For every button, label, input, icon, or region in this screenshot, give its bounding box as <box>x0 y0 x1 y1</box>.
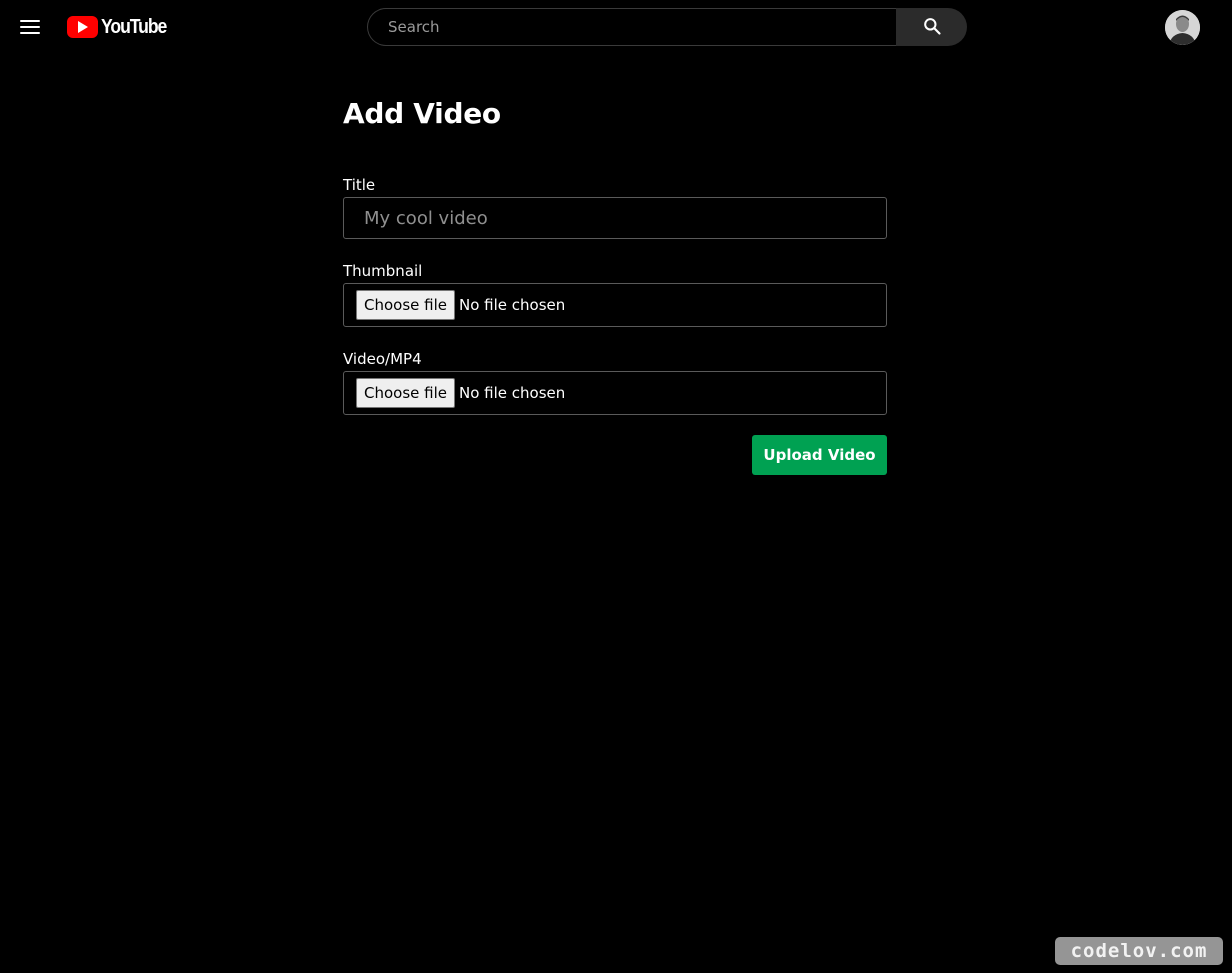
logo-text: YouTube <box>101 16 167 38</box>
user-avatar[interactable] <box>1165 10 1200 45</box>
search-input[interactable] <box>367 8 896 46</box>
watermark: codelov.com <box>1055 937 1223 965</box>
title-label: Title <box>343 176 376 194</box>
thumbnail-label: Thumbnail <box>343 262 423 280</box>
thumbnail-field-group: Thumbnail Choose file No file chosen <box>343 262 887 327</box>
title-field-group: Title <box>343 176 887 239</box>
upload-video-button[interactable]: Upload Video <box>752 435 887 475</box>
video-choose-file-button[interactable]: Choose file <box>356 378 455 408</box>
search-icon <box>922 16 942 39</box>
video-field-group: Video/MP4 Choose file No file chosen <box>343 350 887 415</box>
menu-line <box>20 32 40 34</box>
top-bar: YouTube <box>0 0 1232 54</box>
thumbnail-file-status: No file chosen <box>459 296 566 314</box>
hamburger-menu-icon[interactable] <box>14 11 46 43</box>
play-logo-icon <box>67 16 98 38</box>
page: YouTube Add Video <box>0 0 1232 973</box>
video-file-status: No file chosen <box>459 384 566 402</box>
title-input[interactable] <box>343 197 887 239</box>
search-bar <box>367 8 967 46</box>
youtube-logo[interactable]: YouTube <box>67 15 175 39</box>
page-title: Add Video <box>343 97 501 130</box>
menu-line <box>20 20 40 22</box>
menu-line <box>20 26 40 28</box>
search-button[interactable] <box>896 8 967 46</box>
video-file-input[interactable]: Choose file No file chosen <box>343 371 887 415</box>
video-label: Video/MP4 <box>343 350 422 368</box>
add-video-form: Add Video Title Thumbnail Choose file No… <box>343 96 887 475</box>
thumbnail-choose-file-button[interactable]: Choose file <box>356 290 455 320</box>
thumbnail-file-input[interactable]: Choose file No file chosen <box>343 283 887 327</box>
